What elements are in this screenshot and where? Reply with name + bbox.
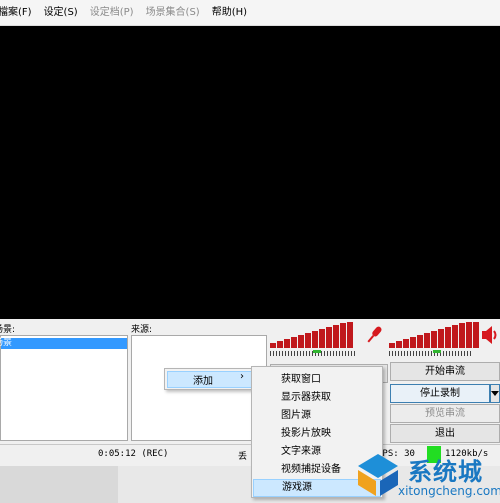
menu-scene-collection[interactable]: 场景集合(S)	[140, 0, 206, 26]
watermark-url: xitongcheng.com	[398, 484, 500, 498]
mic-volume-meter	[270, 322, 353, 348]
preview-stream-button[interactable]: 预览串流	[390, 404, 500, 423]
scene-list[interactable]: 场景	[0, 335, 128, 441]
desktop-meter-scale	[389, 350, 499, 356]
menu-item-image-source[interactable]: 图片源	[253, 407, 381, 425]
scene-item[interactable]: 场景	[0, 338, 127, 349]
stop-recording-button[interactable]: 停止录制	[390, 384, 490, 403]
menu-settings[interactable]: 设定(S)	[38, 0, 84, 26]
recording-options-dropdown[interactable]	[490, 384, 500, 403]
watermark-title: 系统城	[408, 458, 483, 486]
menu-profile[interactable]: 设定档(P)	[84, 0, 140, 26]
sources-label: 来源:	[131, 325, 153, 335]
menu-bar: 檔案(F) 设定(S) 设定档(P) 场景集合(S) 帮助(H)	[0, 0, 500, 26]
context-menu-add-label: 添加	[193, 376, 213, 387]
context-menu: 添加 ›	[164, 368, 256, 390]
speaker-icon[interactable]	[481, 324, 500, 346]
chevron-down-icon	[491, 391, 499, 396]
menu-help[interactable]: 帮助(H)	[206, 0, 253, 26]
dropped-frames: 丢	[238, 452, 248, 462]
chevron-right-icon: ›	[240, 371, 244, 382]
recording-time: 0:05:12 (REC)	[98, 449, 169, 459]
microphone-icon[interactable]	[364, 324, 384, 346]
menu-item-slideshow[interactable]: 投影片放映	[253, 425, 381, 443]
mic-meter-scale	[270, 350, 385, 356]
desktop-level-indicator[interactable]	[433, 350, 441, 353]
watermark-logo-icon	[358, 454, 398, 496]
scenes-label: 场景:	[0, 325, 16, 335]
desktop-volume-meter	[389, 322, 479, 348]
menu-item-monitor-capture[interactable]: 显示器获取	[253, 389, 381, 407]
preview-area	[0, 26, 500, 319]
start-streaming-button[interactable]: 开始串流	[390, 362, 500, 381]
exit-button[interactable]: 退出	[390, 424, 500, 443]
mic-level-indicator[interactable]	[313, 350, 321, 353]
menu-item-window-capture[interactable]: 获取窗口	[253, 371, 381, 389]
menu-file[interactable]: 檔案(F)	[0, 0, 38, 26]
